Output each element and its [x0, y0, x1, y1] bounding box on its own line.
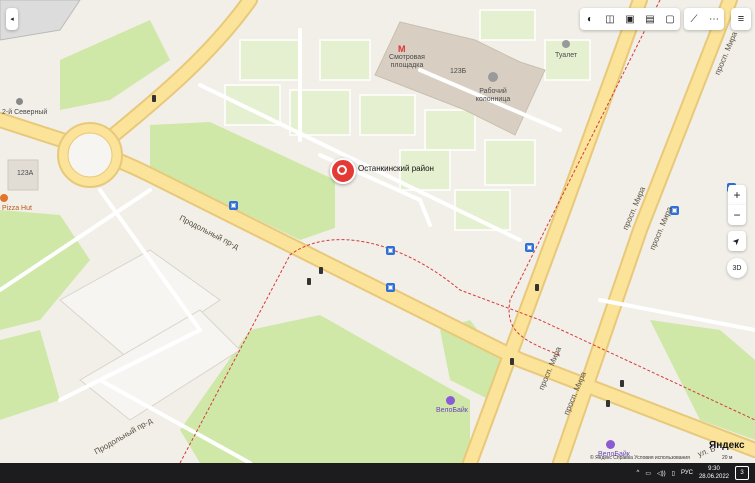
clock[interactable]: 9:30 28.06.2022	[699, 465, 729, 481]
poi-bike-label[interactable]: ВелоБайк	[436, 407, 468, 414]
zoom-out-button[interactable]: −	[728, 205, 746, 225]
chevron-left-icon: ◂	[10, 16, 14, 23]
poi-metro-label[interactable]: Смотровая площадка	[382, 54, 432, 70]
traffic-light-icon	[510, 358, 514, 365]
zoom-in-label: +	[733, 188, 741, 202]
camera-icon[interactable]: ▣	[620, 8, 640, 30]
scale-label: 20 м	[722, 455, 733, 461]
yandex-logo: Яндекс	[709, 440, 745, 451]
system-tray: ^ ▭ ◁)) ▯ РУС 9:30 28.06.2022 3	[637, 463, 749, 483]
traffic-light-icon	[606, 400, 610, 407]
bus-stop-icon[interactable]: ▣	[525, 243, 534, 252]
volume-icon[interactable]: ◁))	[657, 470, 666, 477]
language-indicator[interactable]: РУС	[681, 470, 693, 476]
bus-stop-icon[interactable]: ▣	[386, 246, 395, 255]
fountain-icon	[488, 72, 498, 82]
notification-icon[interactable]: 3	[735, 466, 749, 480]
notification-count: 3	[740, 470, 744, 476]
bus-stop-icon[interactable]: ▣	[386, 283, 395, 292]
clock-date: 28.06.2022	[698, 474, 729, 480]
parking-icon[interactable]: ▢	[660, 8, 680, 30]
traffic-light-icon	[319, 267, 323, 274]
map-canvas[interactable]: Останкинский район 123Б 123А M Смотровая…	[0, 0, 755, 463]
park-area	[0, 330, 60, 420]
pizza-icon	[0, 194, 8, 202]
zoom-in-button[interactable]: +	[728, 185, 746, 205]
poi-well-label[interactable]: Рабочий колонница	[470, 88, 516, 104]
network-icon[interactable]: ▭	[645, 470, 651, 477]
3d-button[interactable]: 3D	[727, 258, 747, 278]
pin-label: Останкинский район	[358, 164, 434, 173]
pin-icon	[337, 165, 347, 175]
transport-icon[interactable]: ▤	[640, 8, 660, 30]
location-pin[interactable]	[330, 158, 356, 184]
traffic-light-icon	[307, 278, 311, 285]
traffic-light-icon	[620, 380, 624, 387]
hamburger-icon: ≡	[737, 13, 745, 25]
sidebar-toggle-button[interactable]: ◂	[6, 8, 18, 30]
bus-stop-icon	[16, 98, 23, 105]
layers-icon[interactable]: ◐	[580, 8, 600, 30]
chevron-up-icon[interactable]: ^	[637, 470, 640, 476]
panorama-icon[interactable]: ◫	[600, 8, 620, 30]
bike-icon	[446, 396, 455, 405]
zoom-out-label: −	[733, 208, 741, 222]
map-svg	[0, 0, 755, 463]
toilet-icon	[562, 40, 570, 48]
ruler-icon[interactable]: ⟋	[684, 8, 704, 30]
building-number: 123Б	[450, 68, 467, 75]
tools-toolbar: ⟋ ⋯	[684, 8, 724, 30]
poi-toilet-label[interactable]: Туалет	[555, 52, 577, 59]
poi-pizza-label[interactable]: Pizza Hut	[2, 205, 32, 212]
geolocation-button[interactable]: ➤	[728, 231, 746, 251]
clock-time: 9:30	[708, 466, 720, 472]
layers-toolbar: ◐ ◫ ▣ ▤ ▢	[580, 8, 680, 30]
battery-icon[interactable]: ▯	[672, 470, 675, 477]
bus-stop-icon[interactable]: ▣	[229, 201, 238, 210]
building-number: 123А	[17, 170, 34, 177]
menu-button[interactable]: ≡	[731, 8, 751, 30]
bike-icon	[606, 440, 615, 449]
metro-icon: M	[398, 44, 406, 54]
location-arrow-icon: ➤	[730, 234, 743, 247]
3d-label: 3D	[732, 264, 742, 272]
poi-north-label[interactable]: 2-й Северный	[2, 109, 47, 116]
copyright-text[interactable]: © Яндекс Справка Условия использования	[590, 455, 690, 461]
more-icon[interactable]: ⋯	[704, 8, 724, 30]
traffic-light-icon	[152, 95, 156, 102]
taskbar: ^ ▭ ◁)) ▯ РУС 9:30 28.06.2022 3	[0, 463, 755, 483]
traffic-light-icon	[535, 284, 539, 291]
